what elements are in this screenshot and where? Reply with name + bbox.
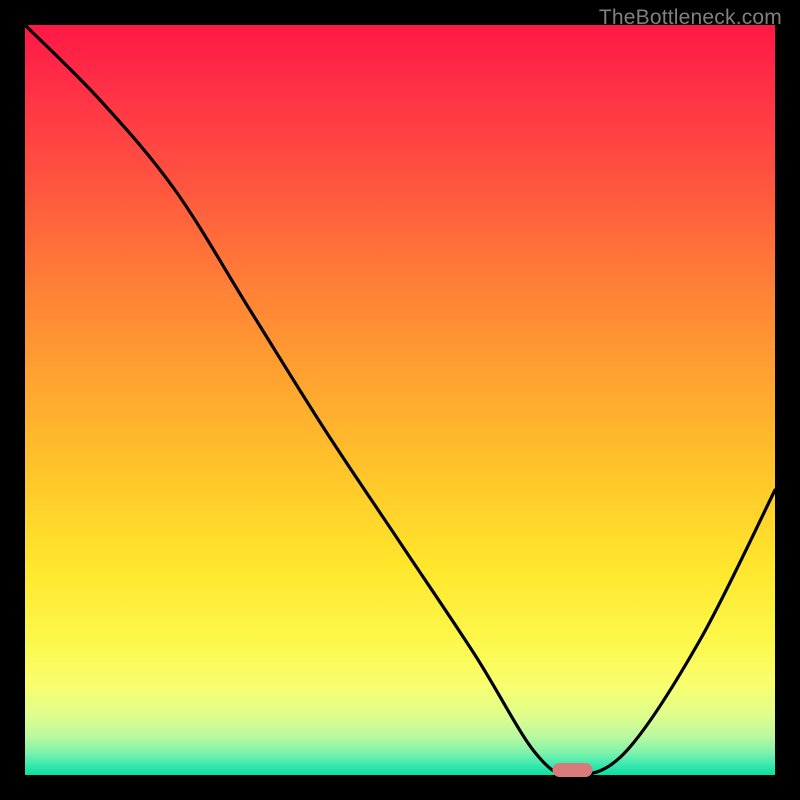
bottleneck-curve <box>25 25 775 775</box>
chart-svg <box>25 25 775 775</box>
optimal-marker <box>553 763 593 777</box>
watermark-text: TheBottleneck.com <box>599 6 782 30</box>
plot-area <box>25 25 775 775</box>
